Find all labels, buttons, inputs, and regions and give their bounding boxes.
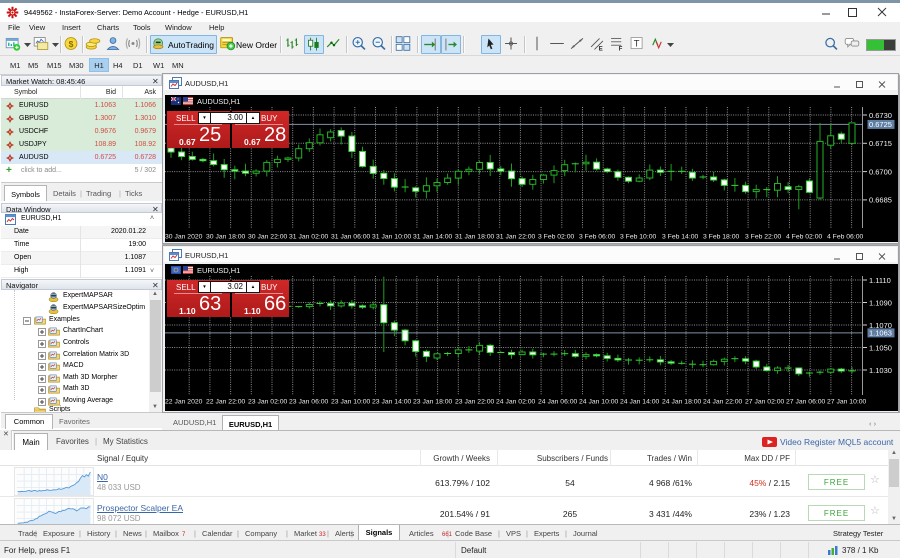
svg-text:1.1090: 1.1090 bbox=[869, 298, 892, 307]
svg-text:4 Feb 02:00: 4 Feb 02:00 bbox=[786, 234, 822, 241]
svg-text:3 Feb 14:00: 3 Feb 14:00 bbox=[662, 234, 698, 241]
svg-text:3 Feb 10:00: 3 Feb 10:00 bbox=[620, 234, 656, 241]
svg-text:24 Jan 06:00: 24 Jan 06:00 bbox=[538, 399, 578, 406]
svg-text:31 Jan 18:00: 31 Jan 18:00 bbox=[455, 234, 495, 241]
svg-text:24 Jan 18:00: 24 Jan 18:00 bbox=[662, 399, 702, 406]
svg-text:0.6730: 0.6730 bbox=[869, 111, 892, 120]
svg-text:0.6715: 0.6715 bbox=[869, 139, 892, 148]
svg-text:23 Jan 02:00: 23 Jan 02:00 bbox=[248, 399, 288, 406]
svg-text:0.6685: 0.6685 bbox=[869, 196, 892, 205]
svg-text:1.1110: 1.1110 bbox=[869, 276, 891, 285]
svg-text:1.1063: 1.1063 bbox=[869, 329, 892, 338]
svg-text:23 Jan 10:00: 23 Jan 10:00 bbox=[331, 399, 371, 406]
svg-text:23 Jan 14:00: 23 Jan 14:00 bbox=[372, 399, 412, 406]
svg-text:31 Jan 06:00: 31 Jan 06:00 bbox=[331, 234, 371, 241]
svg-text:F: F bbox=[619, 46, 623, 52]
svg-text:31 Jan 22:00: 31 Jan 22:00 bbox=[496, 234, 536, 241]
svg-text:23 Jan 06:00: 23 Jan 06:00 bbox=[289, 399, 329, 406]
svg-text:23 Jan 18:00: 23 Jan 18:00 bbox=[413, 399, 453, 406]
svg-text:31 Jan 02:00: 31 Jan 02:00 bbox=[289, 234, 329, 241]
svg-text:E: E bbox=[599, 46, 603, 52]
svg-text:3 Feb 02:00: 3 Feb 02:00 bbox=[538, 234, 574, 241]
svg-text:24 Jan 10:00: 24 Jan 10:00 bbox=[579, 399, 619, 406]
svg-text:22 Jan 22:00: 22 Jan 22:00 bbox=[206, 399, 246, 406]
svg-text:3 Feb 06:00: 3 Feb 06:00 bbox=[579, 234, 615, 241]
svg-text:23 Jan 22:00: 23 Jan 22:00 bbox=[455, 399, 495, 406]
svg-text:27 Jan 02:00: 27 Jan 02:00 bbox=[745, 399, 785, 406]
svg-text:3 Feb 22:00: 3 Feb 22:00 bbox=[745, 234, 781, 241]
svg-text:0.6725: 0.6725 bbox=[869, 120, 892, 129]
svg-text:24 Jan 22:00: 24 Jan 22:00 bbox=[703, 399, 743, 406]
svg-text:0.6700: 0.6700 bbox=[869, 167, 892, 176]
svg-text:4 Feb 06:00: 4 Feb 06:00 bbox=[827, 234, 863, 241]
svg-text:27 Jan 10:00: 27 Jan 10:00 bbox=[827, 399, 867, 406]
svg-text:31 Jan 14:00: 31 Jan 14:00 bbox=[413, 234, 453, 241]
svg-text:24 Jan 14:00: 24 Jan 14:00 bbox=[620, 399, 660, 406]
svg-text:30 Jan 22:00: 30 Jan 22:00 bbox=[248, 234, 288, 241]
svg-text:30 Jan 2020: 30 Jan 2020 bbox=[165, 234, 203, 241]
svg-text:$: $ bbox=[69, 39, 74, 49]
svg-text:3 Feb 18:00: 3 Feb 18:00 bbox=[703, 234, 739, 241]
svg-text:1.1030: 1.1030 bbox=[869, 366, 892, 375]
svg-text:1.1050: 1.1050 bbox=[869, 343, 892, 352]
svg-text:22 Jan 2020: 22 Jan 2020 bbox=[165, 399, 203, 406]
svg-text:30 Jan 18:00: 30 Jan 18:00 bbox=[206, 234, 246, 241]
svg-text:24 Jan 02:00: 24 Jan 02:00 bbox=[496, 399, 536, 406]
svg-text:27 Jan 06:00: 27 Jan 06:00 bbox=[786, 399, 826, 406]
svg-text:31 Jan 10:00: 31 Jan 10:00 bbox=[372, 234, 412, 241]
svg-text:T: T bbox=[634, 38, 640, 48]
